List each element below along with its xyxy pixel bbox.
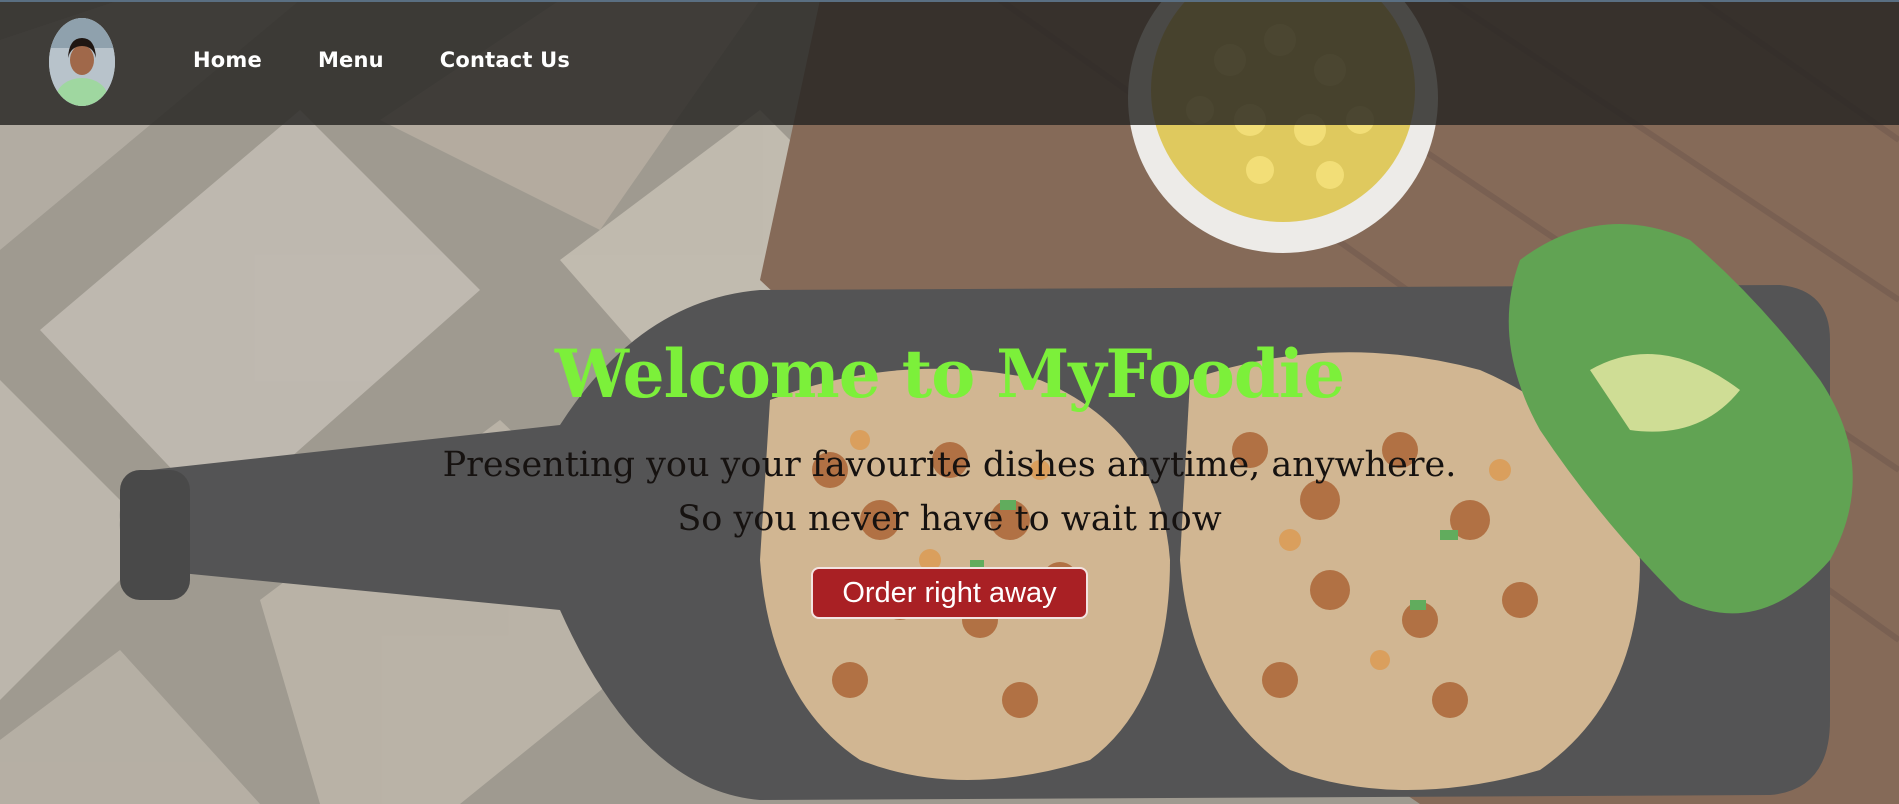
hero-title: Welcome to MyFoodie xyxy=(554,335,1345,413)
hero-tagline-line1: Presenting you your favourite dishes any… xyxy=(442,445,1457,485)
profile-avatar[interactable] xyxy=(49,18,115,106)
hero-tagline-line2: So you never have to wait now xyxy=(677,499,1222,539)
avatar-icon xyxy=(49,18,115,106)
top-navbar: Home Menu Contact Us xyxy=(0,0,1899,125)
nav-link-home[interactable]: Home xyxy=(193,48,262,72)
order-right-away-button[interactable]: Order right away xyxy=(811,567,1088,619)
nav-link-contact-us[interactable]: Contact Us xyxy=(440,48,570,72)
nav-link-menu[interactable]: Menu xyxy=(318,48,384,72)
nav-links: Home Menu Contact Us xyxy=(193,48,570,72)
